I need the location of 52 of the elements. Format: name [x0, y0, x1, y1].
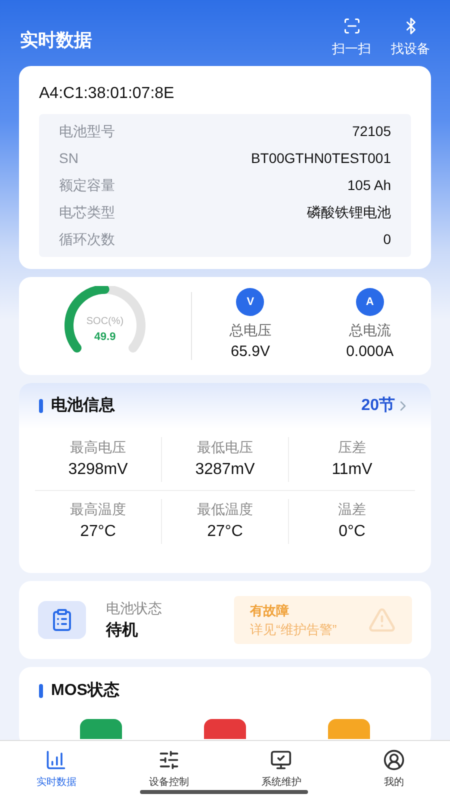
find-device-button[interactable]: 找设备 [391, 16, 430, 58]
nav-tab[interactable]: 设备控制 [112, 741, 225, 800]
cell-count-link[interactable]: 20节 [361, 394, 411, 418]
info-value: 磷酸铁锂电池 [307, 203, 391, 222]
fault-detail: 详见“维护告警” [250, 621, 337, 639]
stat-value: 3287mV [195, 460, 255, 480]
stat-label: 最高温度 [70, 500, 126, 519]
stat-label: 最低温度 [197, 500, 253, 519]
warning-icon [368, 606, 396, 634]
meter-icon: V [236, 288, 264, 316]
total-label: 总电压 [229, 321, 272, 340]
info-label: 电池型号 [59, 122, 115, 141]
total-value: 65.9V [230, 342, 270, 362]
soc-value: 49.9 [94, 330, 116, 345]
stat-label: 压差 [338, 438, 366, 457]
info-value: BT00GTHN0TEST001 [250, 149, 391, 168]
total-label: 总电流 [348, 321, 391, 340]
info-label: 循环次数 [59, 230, 115, 249]
nav-tab[interactable]: 系统维护 [225, 741, 338, 800]
status-value: 待机 [106, 620, 139, 640]
status-label: 电池状态 [106, 598, 162, 618]
scan-icon [342, 16, 360, 34]
user-icon [382, 749, 405, 771]
stat-label: 最高电压 [70, 438, 126, 457]
fault-title: 有故障 [250, 602, 290, 620]
nav-tab[interactable]: 实时数据 [0, 741, 112, 800]
stat-value: 27°C [80, 522, 116, 542]
monitor-check-icon [270, 749, 292, 771]
page-title: 实时数据 [20, 29, 92, 52]
info-value: 105 Ah [347, 176, 391, 195]
stat-label: 最低电压 [197, 438, 253, 457]
info-value: 0 [383, 230, 391, 249]
stat-value: 11mV [332, 460, 372, 480]
stat-value: 0°C [338, 522, 366, 542]
info-label: 电芯类型 [59, 203, 115, 222]
scan-button[interactable]: 扫一扫 [332, 16, 371, 58]
mac-address: A4:C1:38:01:07:8E [39, 84, 176, 104]
sliders-icon [158, 749, 180, 771]
section-title: 电池信息 [51, 396, 115, 416]
meter-icon: A [356, 288, 384, 316]
bar-chart-icon [45, 749, 68, 771]
stat-value: 3298mV [68, 460, 128, 480]
stat-label: 温差 [338, 500, 366, 519]
section-title: MOS状态 [51, 680, 120, 701]
stat-value: 27°C [207, 522, 243, 542]
info-label: 额定容量 [59, 176, 115, 195]
total-value: 0.000A [346, 342, 394, 362]
soc-label: SOC(%) [86, 315, 124, 329]
clipboard-icon [38, 601, 86, 639]
info-value: 72105 [352, 122, 391, 141]
info-label: SN [59, 149, 78, 168]
nav-tab[interactable]: 我的 [338, 741, 450, 800]
